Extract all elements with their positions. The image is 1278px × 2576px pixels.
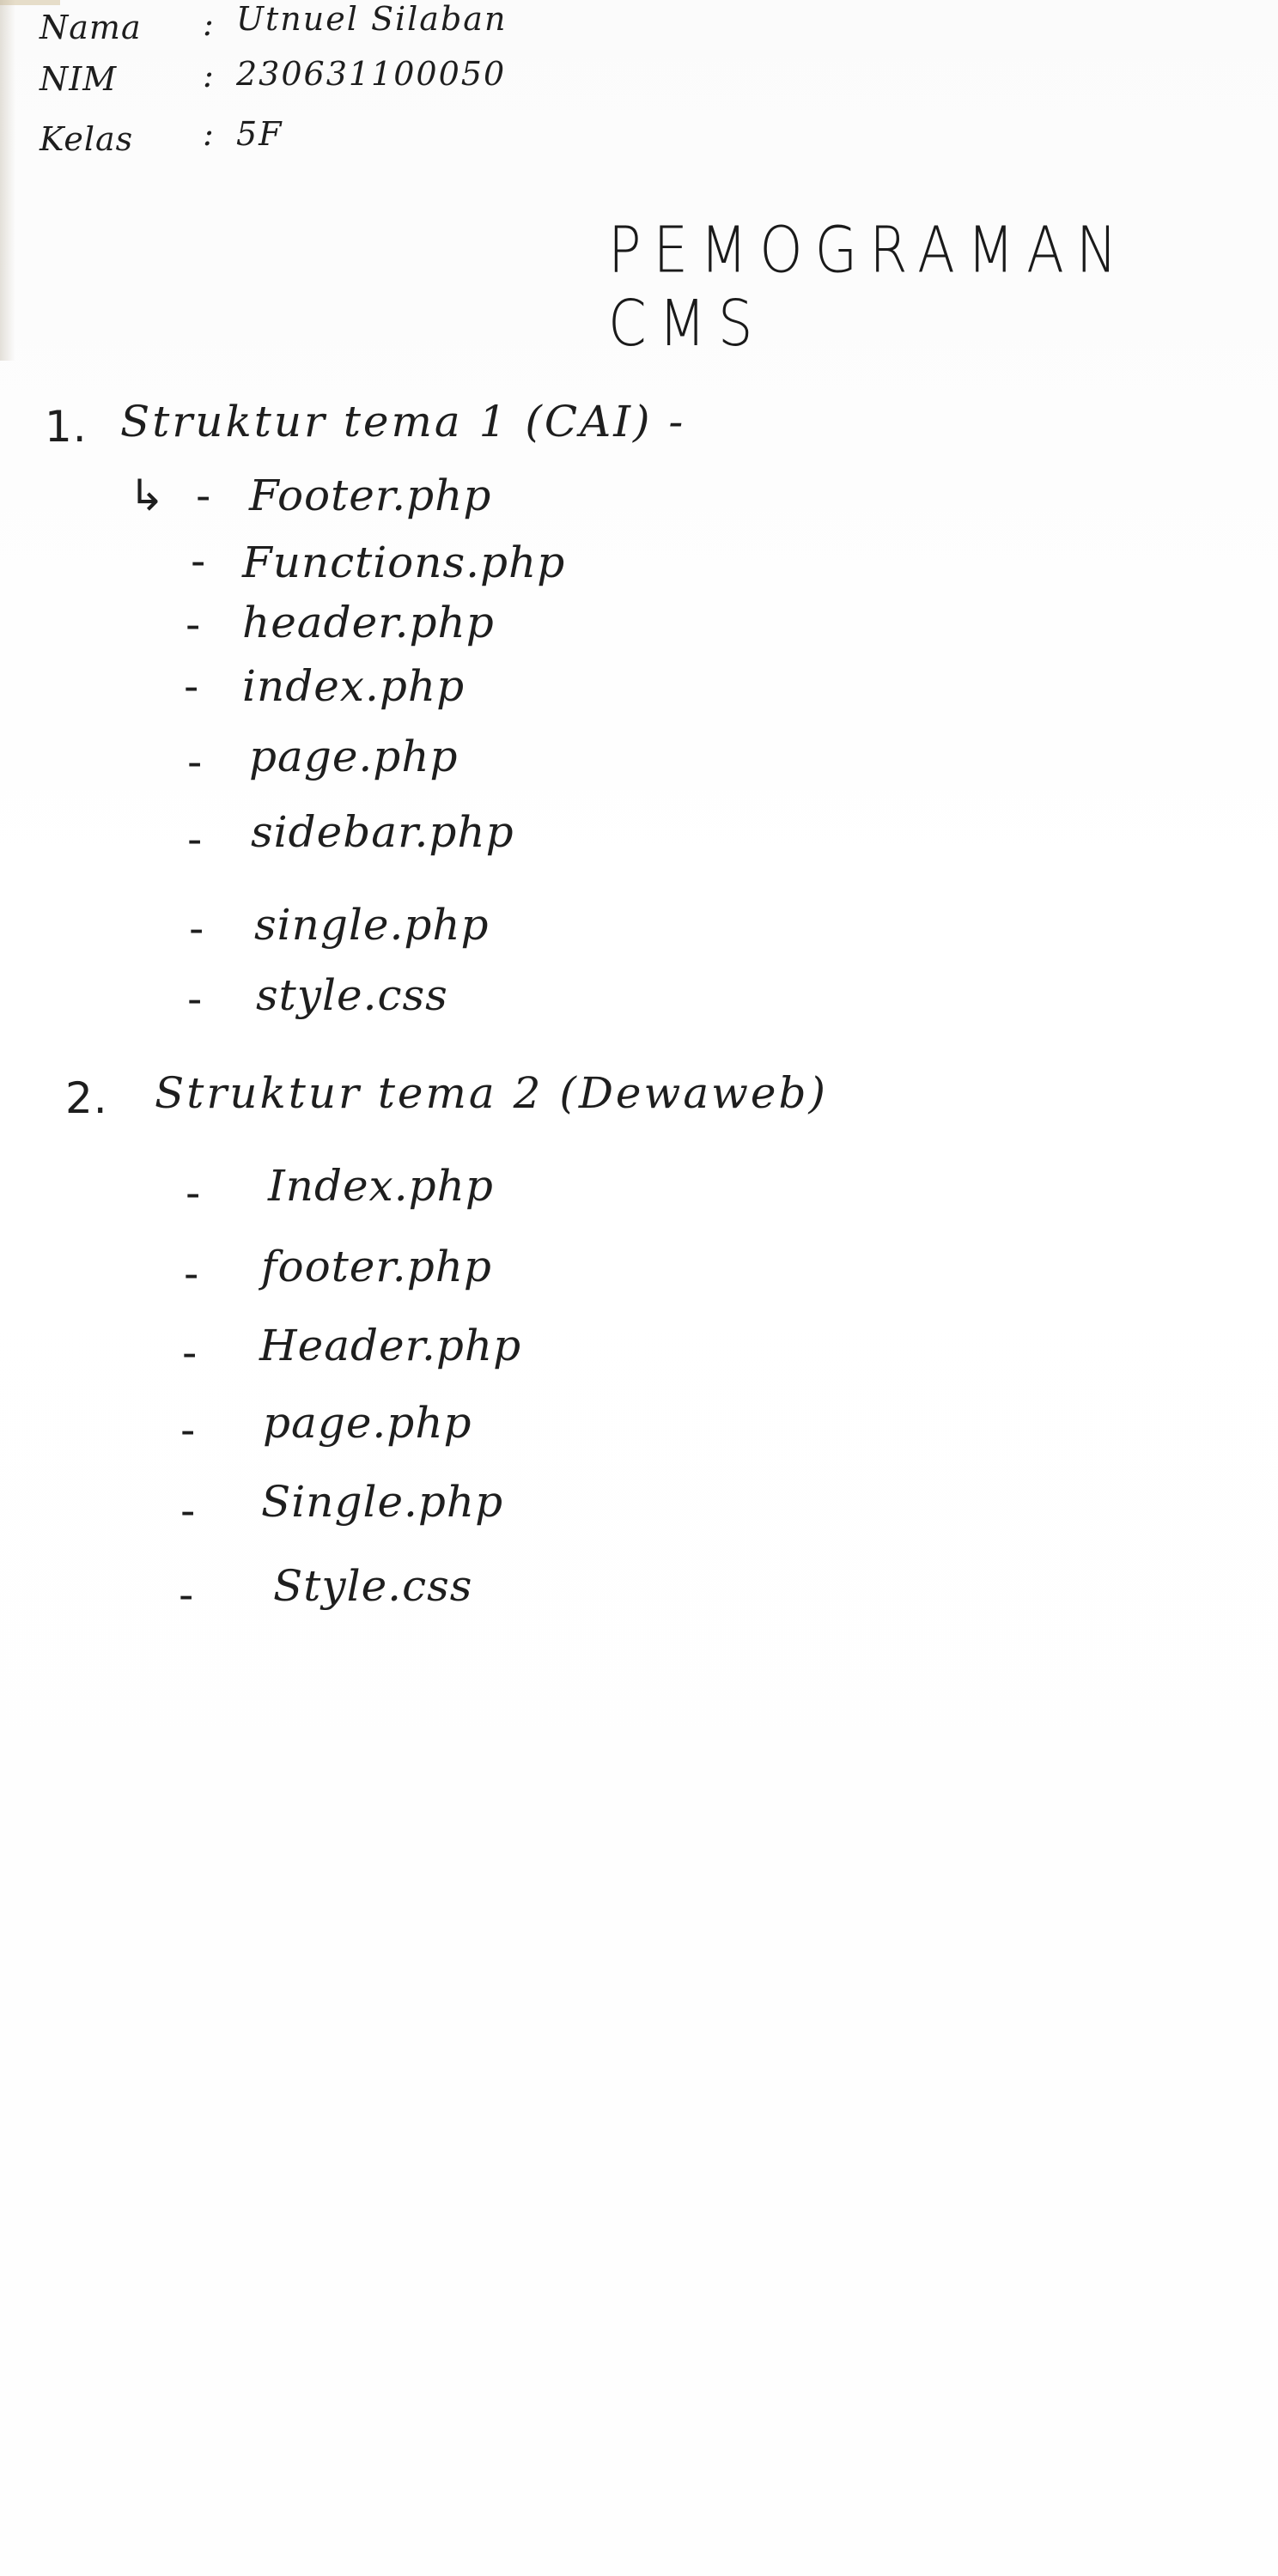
arrow-icon: ↳: [129, 471, 166, 520]
list-dash: -: [179, 1571, 195, 1619]
list-dash: -: [186, 601, 202, 649]
list-dash: -: [180, 1406, 197, 1455]
page-title: PEMOGRAMAN CMS: [608, 215, 1129, 361]
list-dash: -: [189, 905, 205, 953]
page-shadow: [0, 0, 15, 361]
nama-colon: :: [203, 5, 215, 43]
list-dash: -: [196, 472, 212, 520]
handwritten-page: Nama : Utnuel Silaban NIM : 230631100050…: [0, 0, 1278, 2576]
list-item: Footer.php: [249, 471, 492, 520]
list-item: Index.php: [268, 1161, 494, 1211]
kelas-label: Kelas: [40, 120, 134, 158]
list-item: footer.php: [261, 1242, 492, 1291]
section-2-heading: Struktur tema 2 (Dewaweb): [155, 1068, 829, 1118]
list-dash: -: [191, 538, 207, 586]
section-2-number: 2.: [65, 1073, 108, 1123]
nim-label: NIM: [40, 60, 118, 98]
kelas-value: 5F: [236, 115, 283, 153]
list-dash: -: [182, 1329, 198, 1377]
list-dash: -: [187, 738, 204, 787]
list-item: sidebar.php: [251, 807, 514, 857]
list-dash: -: [187, 975, 204, 1024]
list-item: Header.php: [259, 1321, 522, 1370]
list-item: page.php: [263, 1398, 472, 1448]
list-item: single.php: [254, 900, 490, 950]
nama-value: Utnuel Silaban: [236, 0, 508, 38]
section-1-number: 1.: [45, 402, 88, 452]
list-dash: -: [186, 1170, 202, 1218]
list-item: Style.css: [273, 1561, 473, 1611]
list-item: Functions.php: [242, 538, 566, 587]
list-dash: -: [184, 663, 200, 711]
kelas-colon: :: [203, 115, 215, 153]
list-dash: -: [180, 1487, 197, 1535]
list-item: Single.php: [261, 1477, 504, 1527]
list-item: page.php: [249, 732, 459, 781]
nim-colon: :: [203, 57, 215, 94]
list-item: style.css: [256, 970, 448, 1020]
list-dash: -: [184, 1250, 200, 1298]
section-1-heading: Struktur tema 1 (CAI) -: [120, 397, 686, 447]
list-dash: -: [187, 816, 204, 864]
nim-value: 230631100050: [236, 55, 507, 93]
list-item: index.php: [242, 661, 466, 711]
list-item: header.php: [242, 598, 495, 647]
nama-label: Nama: [40, 9, 142, 46]
